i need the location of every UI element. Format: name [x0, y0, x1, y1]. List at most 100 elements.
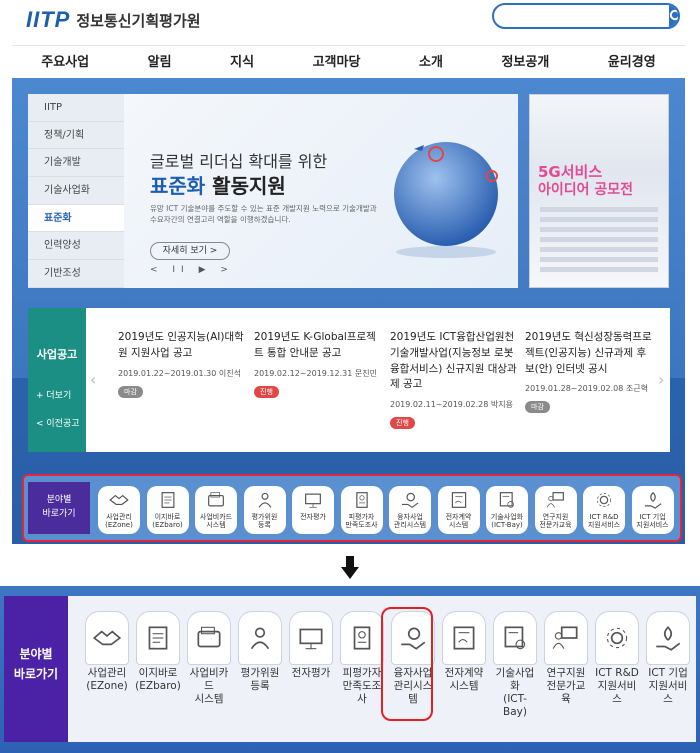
- quick-link-zoomed-plant-hand[interactable]: ICT 기업 지원서비스: [645, 611, 691, 706]
- survey-icon: [340, 611, 384, 665]
- contest-poster[interactable]: 5G서비스 아이디어 공모전: [529, 94, 669, 288]
- status-badge: 진행: [390, 417, 415, 429]
- notice-title: 2019년도 혁신성장동력프로젝트(인공지능) 신규과제 후보(안) 인터넷 공…: [525, 331, 652, 375]
- site-logo[interactable]: IITP 정보통신기획평가원: [26, 6, 226, 34]
- notice-title: 2019년도 ICT융합산업원천기술개발사업(지능정보 로봇 융합서비스) 신규…: [390, 331, 517, 391]
- nav-item-customer[interactable]: 고객마당: [313, 51, 361, 70]
- notice-more-link[interactable]: + 더보기: [36, 388, 71, 401]
- handshake-icon: [85, 611, 129, 665]
- nav-item-disclosure[interactable]: 정보공개: [501, 51, 549, 70]
- banner-description: 유망 ICT 기술분야를 주도할 수 있는 표준 개발지원 노력으로 기술개발과…: [150, 204, 377, 224]
- quick-links-zoomed: 분야별 바로가기 사업관리 (EZone) 이지바로 (EZbaro) 사업비카드 시스템 평…: [0, 586, 700, 753]
- handshake-icon: [106, 489, 132, 511]
- search-input[interactable]: [494, 5, 669, 27]
- quick-link-zoomed-monitor[interactable]: 전자평가: [288, 611, 334, 680]
- quick-link-label: ICT 기업 지원서비스: [648, 667, 688, 706]
- banner-controls[interactable]: < II ▶ >: [150, 265, 234, 275]
- notice-title: 2019년도 인공지능(AI)대학원 지원사업 공고: [118, 331, 244, 359]
- quick-link-certificate[interactable]: 기술사업화 (ICT-Bay): [486, 486, 528, 534]
- monitor-icon: [289, 611, 333, 665]
- quick-link-zoomed-wallet[interactable]: 사업비카드 시스템: [186, 611, 232, 706]
- search-button[interactable]: [669, 5, 678, 27]
- quick-link-label: 사업관리 (EZone): [86, 667, 128, 693]
- quick-link-label: 사업비카드 시스템: [189, 667, 229, 706]
- notice-item[interactable]: 2019년도 ICT융합산업원천기술개발사업(지능정보 로봇 융합서비스) 신규…: [390, 330, 518, 429]
- nav-item-knowledge[interactable]: 지식: [230, 51, 254, 70]
- category-item-infra[interactable]: 기반조성: [28, 260, 124, 288]
- nav-item-business[interactable]: 주요사업: [41, 51, 89, 70]
- quick-link-zoomed-contract[interactable]: 전자계약 시스템: [441, 611, 487, 693]
- document-icon: [136, 611, 180, 665]
- poster-title2: 아이디어 공모전: [538, 182, 634, 198]
- quick-link-zoomed-document[interactable]: 이지바로 (EZbaro): [135, 611, 181, 693]
- notice-prev-link[interactable]: < 이전공고: [36, 416, 80, 429]
- quick-link-zoomed-person[interactable]: 평가위원 등록: [237, 611, 283, 693]
- nav-item-about[interactable]: 소개: [419, 51, 443, 70]
- quick-link-document[interactable]: 이지바로 (EZbaro): [146, 486, 189, 534]
- quick-link-label: 피평가자 만족도조사: [345, 513, 378, 530]
- survey-icon: [349, 489, 375, 511]
- category-menu: IITP 정책/기획 기술개발 기술사업화 표준화 인력양성 기반조성: [28, 94, 124, 288]
- quick-link-wallet[interactable]: 사업비카드 시스템: [195, 486, 237, 534]
- notice-item[interactable]: 2019년도 K-Global프로젝트 통합 안내문 공고 2019.02.12…: [254, 330, 382, 398]
- money-hand-icon: [397, 489, 423, 511]
- quick-link-zoomed-handshake[interactable]: 사업관리 (EZone): [84, 611, 130, 693]
- quick-link-zoomed-gear-network[interactable]: ICT R&D 지원서비스: [594, 611, 640, 706]
- banner-more-button[interactable]: 자세히 보기 >: [150, 242, 230, 260]
- quick-link-person[interactable]: 평가위원 등록: [243, 486, 286, 534]
- quick-link-teacher[interactable]: 연구지원 전문가교육: [534, 486, 577, 534]
- notice-date: 2019.02.12~2019.12.31 문진민: [254, 368, 377, 378]
- quick-link-zoomed-survey[interactable]: 피평가자 만족도조사: [339, 611, 385, 706]
- poster-details: [540, 207, 658, 277]
- quick-link-label: 전자평가: [291, 667, 331, 679]
- category-item-commercialization[interactable]: 기술사업화: [28, 177, 124, 205]
- quick-link-handshake[interactable]: 사업관리 (EZone): [98, 486, 140, 534]
- category-item-policy[interactable]: 정책/기획: [28, 122, 124, 150]
- quick-link-monitor[interactable]: 전자평가: [292, 486, 334, 534]
- status-badge: 마감: [118, 385, 143, 398]
- category-item-standardization[interactable]: 표준화: [28, 204, 124, 233]
- quick-link-label: 이지바로 (EZbaro): [135, 667, 181, 693]
- wallet-icon: [203, 489, 229, 511]
- wallet-icon: [187, 611, 231, 665]
- highlight-box: [381, 607, 433, 721]
- nav-item-notice[interactable]: 알림: [148, 51, 172, 70]
- search-box: [492, 3, 680, 29]
- quick-link-contract[interactable]: 전자계약 시스템: [437, 486, 480, 534]
- person-icon: [238, 611, 282, 665]
- quick-link-label: 연구지원 전문가교육: [539, 513, 572, 530]
- category-item-iitp[interactable]: IITP: [28, 94, 124, 122]
- search-icon: [669, 9, 678, 21]
- category-item-tech-dev[interactable]: 기술개발: [28, 149, 124, 178]
- certificate-icon: [493, 611, 537, 665]
- quick-link-label: 사업비카드 시스템: [199, 513, 233, 530]
- document-icon: [155, 489, 181, 511]
- quick-link-label: 전자평가: [300, 513, 326, 521]
- quick-link-money-hand[interactable]: 융자사업 관리시스템: [389, 486, 431, 534]
- org-name: 정보통신기획평가원: [76, 11, 201, 30]
- nav-item-ethics[interactable]: 윤리경영: [608, 51, 656, 70]
- contract-icon: [442, 611, 486, 665]
- quick-link-zoomed-certificate[interactable]: 기술사업화 (ICT-Bay): [492, 611, 538, 720]
- carousel-next-icon[interactable]: ›: [658, 370, 664, 389]
- quick-link-zoomed-teacher[interactable]: 연구지원 전문가교육: [543, 611, 589, 706]
- quick-link-survey[interactable]: 피평가자 만족도조사: [340, 486, 383, 534]
- quick-link-label: 융자사업 관리시스템: [393, 513, 427, 530]
- quick-link-label: ICT R&D 지원서비스: [595, 667, 639, 706]
- quick-link-plant-hand[interactable]: ICT 기업 지원서비스: [631, 486, 674, 534]
- gear-network-icon: [595, 611, 639, 665]
- down-arrow-icon: [341, 556, 359, 579]
- notice-item[interactable]: 2019년도 혁신성장동력프로젝트(인공지능) 신규과제 후보(안) 인터넷 공…: [525, 330, 653, 414]
- banner-line2: 표준화 활동지원: [150, 174, 286, 198]
- notice-heading: 사업공고: [36, 348, 78, 361]
- notice-item[interactable]: 2019년도 인공지능(AI)대학원 지원사업 공고 2019.01.22~20…: [118, 330, 246, 398]
- quick-links-label-zoomed: 분야별 바로가기: [4, 596, 68, 742]
- quick-link-label: 연구지원 전문가교육: [546, 667, 586, 706]
- category-item-talent[interactable]: 인력양성: [28, 232, 124, 261]
- notice-title: 2019년도 K-Global프로젝트 통합 안내문 공고: [254, 331, 376, 359]
- quick-link-label: ICT R&D 지원서비스: [587, 513, 621, 530]
- quick-link-label: ICT 기업 지원서비스: [636, 513, 669, 530]
- notice-date: 2019.01.28~2019.02.08 조근혁: [525, 384, 648, 394]
- carousel-prev-icon[interactable]: ‹: [90, 370, 96, 389]
- quick-link-gear-network[interactable]: ICT R&D 지원서비스: [583, 486, 625, 534]
